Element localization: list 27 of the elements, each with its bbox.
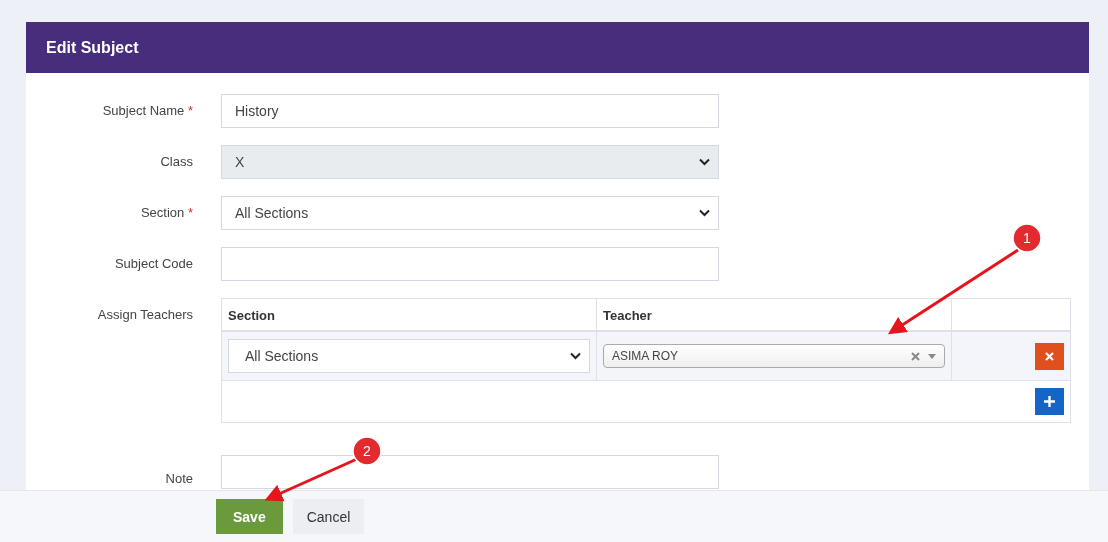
- chevron-down-icon: [570, 352, 581, 360]
- add-button[interactable]: [1035, 388, 1064, 415]
- note-field[interactable]: [221, 455, 719, 489]
- annotation-badge: 1: [1012, 223, 1042, 253]
- chevron-down-icon: [699, 209, 710, 217]
- close-icon: [1045, 351, 1054, 361]
- teacher-select[interactable]: ASIMA ROY: [603, 344, 945, 368]
- dropdown-arrow-icon: [928, 353, 936, 359]
- card-title: Edit Subject: [46, 38, 139, 57]
- field-label: Class: [159, 153, 193, 170]
- select-field[interactable]: All Sections: [221, 196, 719, 230]
- required-mark: *: [187, 205, 193, 220]
- remove-button[interactable]: [1035, 342, 1064, 370]
- select-field[interactable]: All Sections: [228, 339, 590, 373]
- plus-icon: [1044, 396, 1055, 407]
- field-label: Note: [164, 470, 193, 487]
- cancel-button[interactable]: Cancel: [292, 499, 365, 534]
- field-label: Subject Code: [113, 255, 193, 272]
- field-label: Assign Teachers: [96, 306, 193, 323]
- annotation-badge: 2: [352, 436, 382, 466]
- clear-icon[interactable]: [911, 351, 920, 361]
- field-label: Subject Name *: [101, 102, 193, 119]
- chevron-down-icon: [699, 158, 710, 166]
- field-label: Section *: [139, 204, 193, 221]
- required-mark: *: [187, 103, 193, 118]
- input-field[interactable]: [221, 247, 719, 281]
- input-field[interactable]: History: [221, 94, 719, 128]
